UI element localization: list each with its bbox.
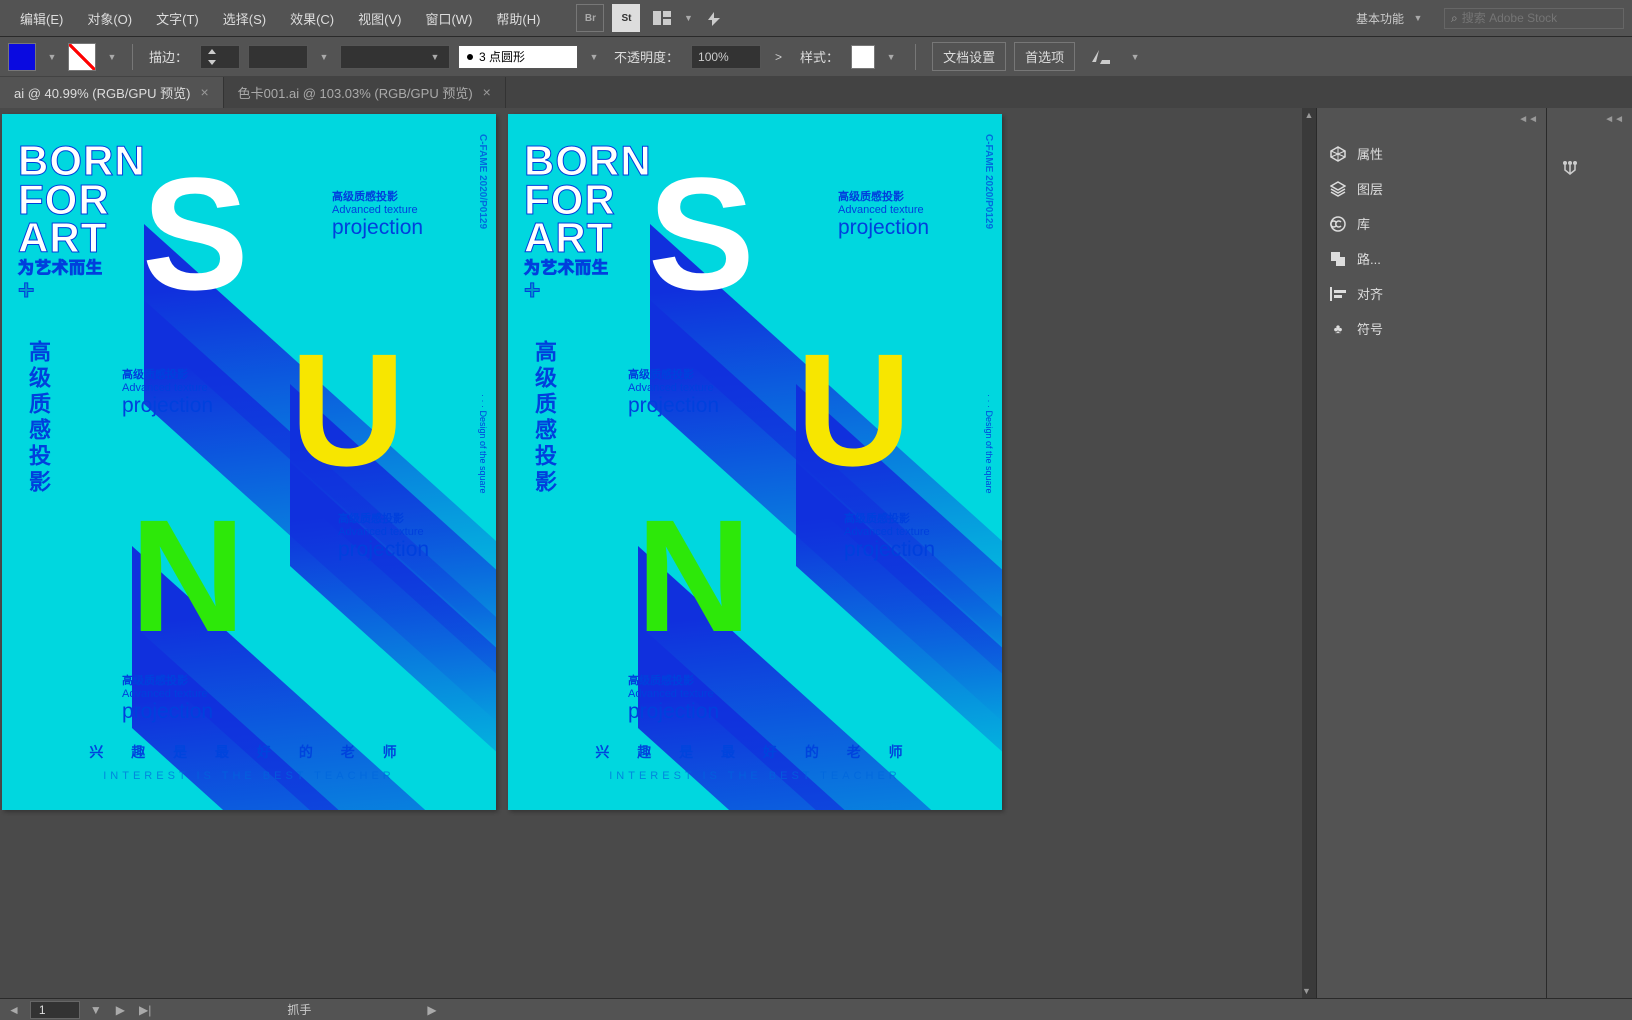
tab-2-close[interactable]: × [483,84,491,100]
poster-born: BORN FOR ART 为艺术而生 + [524,142,652,302]
style-dropdown[interactable]: ▼ [883,52,899,62]
artboard-nav-field[interactable]: 1 [30,1001,80,1019]
fill-swatch[interactable] [8,43,36,71]
search-icon: ⌕ [1451,11,1458,26]
arrange-icon[interactable] [648,4,676,32]
proj-block-4: 高级质感投影Advanced textureprojection [122,672,213,724]
scroll-up-icon[interactable]: ▲ [1302,108,1316,122]
poster-u: U [290,330,406,490]
artboard-nav-dropdown[interactable]: ▼ [86,1003,106,1017]
vertical-scrollbar[interactable]: ▲ ▼ [1302,108,1316,998]
artboard-1: BORN FOR ART 为艺术而生 + 高级质感投影 S U N 高级质感投影… [2,114,496,810]
menu-window[interactable]: 窗口(W) [413,1,484,36]
stroke-dropdown[interactable]: ▼ [104,52,120,62]
isolate-dropdown[interactable]: ▼ [1127,52,1143,62]
fill-dropdown[interactable]: ▼ [44,52,60,62]
menu-view[interactable]: 视图(V) [346,1,413,36]
poster-bottom-en: INTEREST IS THE BEST TEACHER [2,770,496,782]
options-bar: ▼ ▼ 描边： ▼ ▼ 3 点圆形 ▼ 不透明度： 100% > 样式： ▼ 文… [0,36,1632,76]
poster-born: BORN FOR ART 为艺术而生 + [18,142,146,302]
artboard-last[interactable]: ▶| [135,1003,155,1017]
bridge-icon[interactable]: Br [576,4,604,32]
tab-1[interactable]: ai @ 40.99% (RGB/GPU 预览) × [0,77,224,108]
hscroll-left[interactable]: ◄ [4,1003,24,1017]
menu-text[interactable]: 文字(T) [144,1,211,36]
symbols-icon: ♣ [1329,320,1347,338]
opacity-field[interactable]: 100% [691,45,761,69]
panel-extra-2[interactable] [1547,152,1632,184]
proj-block-3: 高级质感投影Advanced textureprojection [338,510,429,562]
search-stock[interactable]: ⌕ [1444,8,1624,29]
artboard-2: BORN FOR ART 为艺术而生 + 高级质感投影 S U N 高级质感投影… [508,114,1002,810]
brush-dropdown[interactable]: ▼ [586,52,602,62]
poster-vert-text: 高级质感投影 [528,340,560,496]
poster-bottom-cn: 兴 趣 是 最 好 的 老 师 [2,742,496,762]
doc-setup-button[interactable]: 文档设置 [932,42,1006,71]
poster-design-vert: · · · Design of the square [478,394,488,494]
gpu-icon[interactable] [700,4,728,32]
tab-1-close[interactable]: × [200,84,208,100]
opacity-label: 不透明度： [614,47,679,66]
stroke-weight-dropdown[interactable]: ▼ [316,52,332,62]
collapse-icon[interactable]: ◄◄ [1518,114,1538,125]
tab-2-label: 色卡001.ai @ 103.03% (RGB/GPU 预览) [238,83,473,102]
status-more[interactable]: ▶ [423,1003,440,1017]
search-input[interactable] [1462,11,1602,25]
document-tabs: ai @ 40.99% (RGB/GPU 预览) × 色卡001.ai @ 10… [0,76,1632,108]
menu-help[interactable]: 帮助(H) [484,1,552,36]
panel-pathfinder[interactable]: 路... [1317,241,1546,276]
arrange-dropdown[interactable]: ▼ [680,13,696,23]
menu-object[interactable]: 对象(O) [75,1,144,36]
workspace-switcher[interactable]: 基本功能 ▼ [1346,6,1436,31]
panel-align[interactable]: 对齐 [1317,276,1546,311]
status-tool: 抓手 [287,1001,311,1018]
properties-icon [1329,145,1347,163]
tab-1-label: ai @ 40.99% (RGB/GPU 预览) [14,83,190,102]
panel-dock-2: ◄◄ [1546,108,1632,998]
scroll-down-icon[interactable]: ▼ [1302,984,1311,998]
panel-dock-1: ◄◄ 属性 图层 库 路... 对齐 ♣ [1316,108,1546,998]
panel-cc-lib[interactable]: 库 [1317,206,1546,241]
proj-block-2: 高级质感投影Advanced textureprojection [122,366,213,418]
menu-edit[interactable]: 编辑(E) [8,1,75,36]
poster-right-vert: C-FAME 2020/P0129 [477,134,488,229]
panel-extra-1 [1547,136,1632,152]
collapse-icon-2[interactable]: ◄◄ [1604,114,1624,125]
poster-s: S [142,154,249,314]
workspace-label: 基本功能 [1356,10,1404,27]
status-bar: ◄ 1 ▼ ▶ ▶| 抓手 ▶ [0,998,1632,1020]
artboard-next[interactable]: ▶ [112,1003,129,1017]
tab-2[interactable]: 色卡001.ai @ 103.03% (RGB/GPU 预览) × [224,77,506,108]
prefs-button[interactable]: 首选项 [1014,42,1075,71]
stroke-weight-field[interactable] [248,45,308,69]
brush-def[interactable]: 3 点圆形 [458,45,578,69]
chevron-down-icon: ▼ [1410,13,1426,23]
var-width-profile[interactable]: ▼ [340,45,450,69]
panel-properties[interactable]: 属性 [1317,136,1546,171]
proj-block-1: 高级质感投影Advanced textureprojection [332,188,423,240]
align-icon [1329,285,1347,303]
isolate-icon[interactable] [1087,43,1115,71]
poster-vert-text: 高级质感投影 [22,340,54,496]
stroke-weight-stepper[interactable] [200,45,240,69]
canvas[interactable]: BORN FOR ART 为艺术而生 + 高级质感投影 S U N 高级质感投影… [0,108,1302,998]
pathfinder-icon [1329,250,1347,268]
panel-layers[interactable]: 图层 [1317,171,1546,206]
menu-effect[interactable]: 效果(C) [278,1,346,36]
stroke-weight-label: 描边： [149,47,188,66]
brush-def-label: 3 点圆形 [479,48,525,65]
panel-symbols[interactable]: ♣ 符号 [1317,311,1546,346]
menu-select[interactable]: 选择(S) [211,1,278,36]
stroke-swatch[interactable] [68,43,96,71]
cc-icon [1329,215,1347,233]
style-label: 样式： [800,47,839,66]
layers-icon [1329,180,1347,198]
style-swatch[interactable] [851,45,875,69]
menubar: 编辑(E) 对象(O) 文字(T) 选择(S) 效果(C) 视图(V) 窗口(W… [0,0,1632,36]
poster-n: N [130,496,246,656]
stock-icon[interactable]: St [612,4,640,32]
